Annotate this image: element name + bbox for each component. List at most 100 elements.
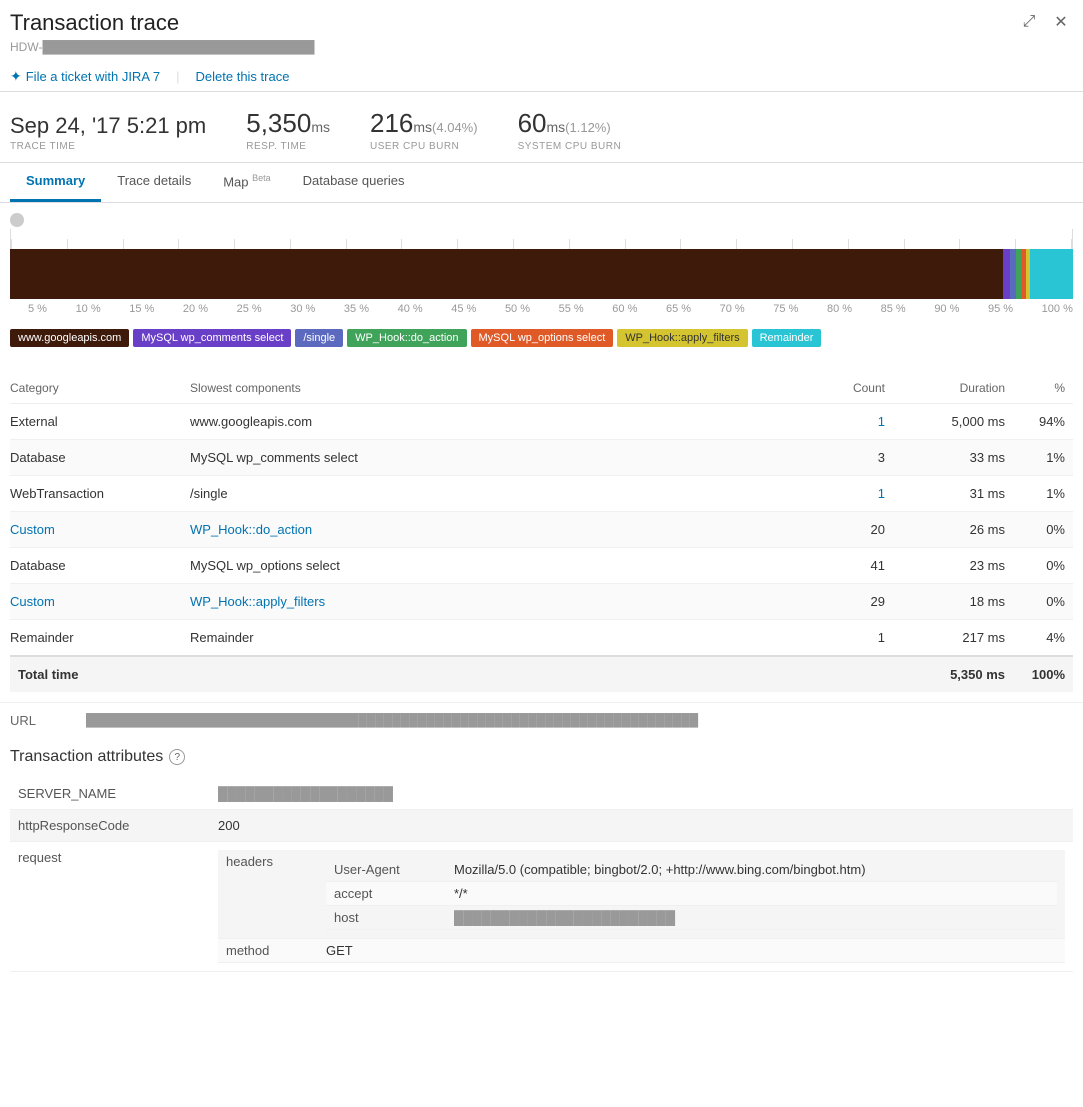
row-duration: 5,000 ms (893, 404, 1013, 440)
row-count: 20 (793, 512, 893, 548)
row-count[interactable]: 1 (793, 404, 893, 440)
row-duration: 31 ms (893, 476, 1013, 512)
row-duration: 23 ms (893, 548, 1013, 584)
attrs-title: Transaction attributes ? (10, 748, 1073, 766)
trace-time-label: TRACE TIME (10, 141, 206, 152)
legend-item-wp_hook::do_action[interactable]: WP_Hook::do_action (347, 329, 466, 347)
row-component: www.googleapis.com (190, 404, 793, 440)
col-category: Category (10, 373, 190, 404)
accept-value: */* (446, 882, 1057, 906)
close-button[interactable]: ✕ (1049, 10, 1073, 34)
row-category: Database (10, 440, 190, 476)
row-percent: 0% (1013, 548, 1073, 584)
timeline-axis: 5 % 10 % 15 % 20 % 25 % 30 % 35 % 40 % 4… (28, 299, 1073, 323)
resp-time-block: 5,350ms RESP. TIME (246, 108, 330, 152)
sys-cpu-block: 60ms(1.12%) SYSTEM CPU BURN (518, 108, 622, 152)
tab-summary[interactable]: Summary (10, 163, 101, 202)
row-category: WebTransaction (10, 476, 190, 512)
table-row: CustomWP_Hook::apply_filters2918 ms0% (10, 584, 1073, 620)
request-headers-row: headers User-Agent Mozilla/5.0 (compatib… (218, 850, 1065, 939)
headers-content: User-Agent Mozilla/5.0 (compatible; bing… (318, 850, 1065, 939)
row-component[interactable]: WP_Hook::apply_filters (190, 584, 793, 620)
accept-key: accept (326, 882, 446, 906)
row-percent: 94% (1013, 404, 1073, 440)
total-label: Total time (10, 656, 893, 692)
row-duration: 26 ms (893, 512, 1013, 548)
row-percent: 1% (1013, 440, 1073, 476)
row-component: /single (190, 476, 793, 512)
legend-item-/single[interactable]: /single (295, 329, 343, 347)
tab-database-queries[interactable]: Database queries (287, 163, 421, 202)
window-controls: ⤢ ✕ (1017, 10, 1073, 34)
file-ticket-button[interactable]: ✦ File a ticket with JIRA 7 (10, 68, 160, 85)
headers-label: headers (218, 850, 318, 939)
page-header: Transaction trace HDW-██████████████████… (0, 0, 1083, 92)
table-row: CustomWP_Hook::do_action2026 ms0% (10, 512, 1073, 548)
col-percent: % (1013, 373, 1073, 404)
user-agent-key: User-Agent (326, 858, 446, 882)
attr-key-http: httpResponseCode (10, 810, 210, 842)
header-subtitle: HDW-████████████████████████████████ (10, 40, 315, 54)
timeline-fill (10, 249, 1073, 299)
tab-bar: Summary Trace details Map Beta Database … (0, 163, 1083, 203)
timeline-segment-remainder (1030, 249, 1073, 299)
table-row: DatabaseMySQL wp_comments select333 ms1% (10, 440, 1073, 476)
user-agent-value: Mozilla/5.0 (compatible; bingbot/2.0; +h… (446, 858, 1057, 882)
timeline-bar (10, 249, 1073, 299)
url-section: URL ████████████████████████████████████… (0, 702, 1083, 738)
legend-item-mysql-wp_comments-select[interactable]: MySQL wp_comments select (133, 329, 291, 347)
row-count: 1 (793, 620, 893, 657)
sys-cpu-value: 60ms(1.12%) (518, 108, 622, 139)
table-row: WebTransaction/single131 ms1% (10, 476, 1073, 512)
user-cpu-block: 216ms(4.04%) USER CPU BURN (370, 108, 478, 152)
legend-item-remainder[interactable]: Remainder (752, 329, 822, 347)
expand-button[interactable]: ⤢ (1017, 10, 1041, 34)
row-percent: 0% (1013, 584, 1073, 620)
legend-item-wp_hook::apply_filters[interactable]: WP_Hook::apply_filters (617, 329, 747, 347)
row-category: Remainder (10, 620, 190, 657)
col-count: Count (793, 373, 893, 404)
table-footer-row: Total time 5,350 ms 100% (10, 656, 1073, 692)
row-category[interactable]: Custom (10, 512, 190, 548)
delete-trace-button[interactable]: Delete this trace (196, 69, 290, 84)
transaction-attrs-section: Transaction attributes ? SERVER_NAME ███… (0, 738, 1083, 982)
host-key: host (326, 906, 446, 930)
row-component: MySQL wp_options select (190, 548, 793, 584)
trace-time-value: Sep 24, '17 5:21 pm (10, 113, 206, 139)
row-duration: 18 ms (893, 584, 1013, 620)
legend-item-mysql-wp_options-select[interactable]: MySQL wp_options select (471, 329, 614, 347)
col-duration: Duration (893, 373, 1013, 404)
url-label: URL (10, 713, 70, 728)
legend: www.googleapis.comMySQL wp_comments sele… (10, 323, 1073, 363)
legend-item-www.googleapis.com[interactable]: www.googleapis.com (10, 329, 129, 347)
row-category[interactable]: Custom (10, 584, 190, 620)
row-count: 29 (793, 584, 893, 620)
row-component: Remainder (190, 620, 793, 657)
timeline-segment-mysql-wp_comments-select (1003, 249, 1010, 299)
row-count[interactable]: 1 (793, 476, 893, 512)
tab-map[interactable]: Map Beta (207, 163, 286, 202)
trace-time-block: Sep 24, '17 5:21 pm TRACE TIME (10, 113, 206, 152)
header-user-agent: User-Agent Mozilla/5.0 (compatible; bing… (326, 858, 1057, 882)
row-percent: 4% (1013, 620, 1073, 657)
table-section: Category Slowest components Count Durati… (0, 363, 1083, 702)
method-label: method (218, 939, 318, 963)
row-duration: 217 ms (893, 620, 1013, 657)
url-value: ████████████████████████████████████████… (86, 713, 698, 728)
attr-row-request: request headers User-Agent Mozilla/5.0 (… (10, 842, 1073, 972)
attr-val-request: headers User-Agent Mozilla/5.0 (compatib… (210, 842, 1073, 972)
table-row: Externalwww.googleapis.com15,000 ms94% (10, 404, 1073, 440)
row-percent: 1% (1013, 476, 1073, 512)
table-row: DatabaseMySQL wp_options select4123 ms0% (10, 548, 1073, 584)
total-percent: 100% (1013, 656, 1073, 692)
help-icon[interactable]: ? (169, 749, 185, 765)
row-category: Database (10, 548, 190, 584)
tab-trace-details[interactable]: Trace details (101, 163, 207, 202)
sys-cpu-label: SYSTEM CPU BURN (518, 141, 622, 152)
row-category: External (10, 404, 190, 440)
attrs-table: SERVER_NAME ███████████████████ httpResp… (10, 778, 1073, 972)
row-component[interactable]: WP_Hook::do_action (190, 512, 793, 548)
row-duration: 33 ms (893, 440, 1013, 476)
attr-val-server-name: ███████████████████ (210, 778, 1073, 810)
user-cpu-label: USER CPU BURN (370, 141, 478, 152)
